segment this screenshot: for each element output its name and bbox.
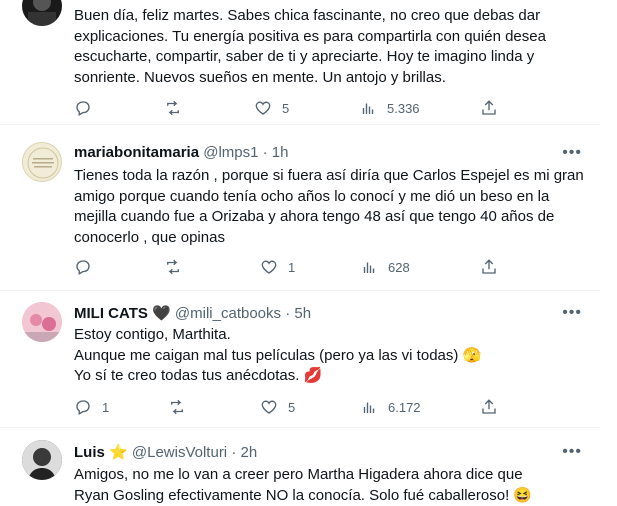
tweet-text: Tienes toda la razón , porque si fuera a… — [74, 167, 584, 246]
tweet-header: MILI CATS 🖤 @mili_catbooks · 5h — [74, 304, 311, 322]
tweet-header: Luis ⭐ @LewisVolturi · 2h — [74, 443, 257, 461]
retweet-button[interactable] — [164, 257, 182, 277]
reply-button[interactable] — [74, 98, 92, 118]
reply-button[interactable]: 1 — [74, 397, 109, 417]
reply-button[interactable] — [74, 257, 92, 277]
retweet-icon — [171, 399, 183, 415]
like-count: 1 — [288, 259, 296, 275]
views-icon — [363, 262, 375, 273]
author-name[interactable]: Luis — [74, 444, 105, 461]
heart-icon — [261, 400, 277, 414]
tweet-2[interactable]: mariabonitamaria @lmps1 · 1h ••• Tienes … — [0, 125, 600, 291]
reply-icon — [76, 400, 90, 415]
author-handle[interactable]: @mili_catbooks — [175, 305, 281, 322]
kiss-mark-icon: 💋 — [303, 367, 323, 384]
like-button[interactable]: 5 — [260, 397, 295, 417]
avatar[interactable] — [22, 0, 62, 26]
views-count: 5.336 — [387, 100, 420, 116]
tweet-actions: 5 5.336 — [74, 98, 504, 118]
tweet-time[interactable]: · 5h — [285, 305, 311, 322]
tweet-actions: 1 5 6.172 — [74, 397, 504, 417]
views-button[interactable]: 6.172 — [360, 397, 421, 417]
tweet-time[interactable]: · 2h — [231, 444, 257, 461]
reply-icon — [76, 101, 90, 116]
tweet-line: Aunque me caigan mal tus películas (pero… — [74, 346, 482, 364]
views-icon — [363, 402, 375, 413]
tweet-actions: 1 628 — [74, 257, 504, 277]
retweet-button[interactable] — [168, 397, 186, 417]
like-count: 5 — [282, 100, 290, 116]
more-options-icon[interactable]: ••• — [562, 304, 582, 322]
share-button[interactable] — [480, 397, 498, 417]
views-count: 628 — [388, 259, 410, 275]
tweet-line: Yo sí te creo todas tus anécdotas. 💋 — [74, 367, 323, 384]
star-icon: ⭐ — [109, 444, 128, 461]
tweet-text: Amigos, no me lo van a creer pero Martha… — [74, 466, 533, 504]
retweet-icon — [167, 100, 179, 116]
heart-icon — [261, 260, 277, 274]
more-options-icon[interactable]: ••• — [562, 144, 582, 162]
retweet-icon — [167, 259, 179, 275]
share-icon — [482, 399, 496, 414]
more-options-icon[interactable]: ••• — [562, 443, 582, 461]
like-count: 5 — [288, 399, 296, 415]
tweet-1[interactable]: Buen día, feliz martes. Sabes chica fasc… — [0, 0, 600, 125]
share-button[interactable] — [480, 257, 498, 277]
tweet-header: mariabonitamaria @lmps1 · 1h — [74, 144, 289, 161]
views-count: 6.172 — [388, 399, 421, 415]
reply-icon — [76, 260, 90, 275]
tweet-line: Estoy contigo, Marthita. — [74, 326, 231, 343]
views-button[interactable]: 5.336 — [359, 98, 420, 118]
author-name[interactable]: MILI CATS — [74, 305, 148, 322]
peeking-face-icon: 🫣 — [462, 346, 482, 364]
like-button[interactable]: 1 — [260, 257, 295, 277]
author-handle[interactable]: @LewisVolturi — [132, 444, 227, 461]
author-name[interactable]: mariabonitamaria — [74, 144, 199, 161]
retweet-button[interactable] — [164, 98, 182, 118]
like-button[interactable]: 5 — [254, 98, 289, 118]
heart-icon — [255, 101, 271, 115]
tweet-time[interactable]: · 1h — [263, 144, 289, 161]
share-icon — [482, 259, 496, 274]
laughing-face-icon: 😆 — [513, 486, 533, 504]
views-button[interactable]: 628 — [360, 257, 410, 277]
share-button[interactable] — [480, 98, 498, 118]
black-heart-icon: 🖤 — [152, 305, 171, 322]
tweet-4[interactable]: Luis ⭐ @LewisVolturi · 2h ••• Amigos, no… — [0, 428, 600, 505]
tweet-text: Buen día, feliz martes. Sabes chica fasc… — [74, 7, 546, 86]
tweet-text: Estoy contigo, Marthita. Aunque me caiga… — [74, 325, 574, 387]
author-handle[interactable]: @lmps1 — [203, 144, 258, 161]
views-icon — [362, 103, 374, 114]
avatar[interactable] — [22, 142, 62, 182]
avatar[interactable] — [22, 440, 62, 480]
reply-count: 1 — [102, 399, 110, 415]
avatar[interactable] — [22, 302, 62, 342]
share-icon — [482, 100, 496, 115]
tweet-3[interactable]: MILI CATS 🖤 @mili_catbooks · 5h ••• Esto… — [0, 291, 600, 428]
